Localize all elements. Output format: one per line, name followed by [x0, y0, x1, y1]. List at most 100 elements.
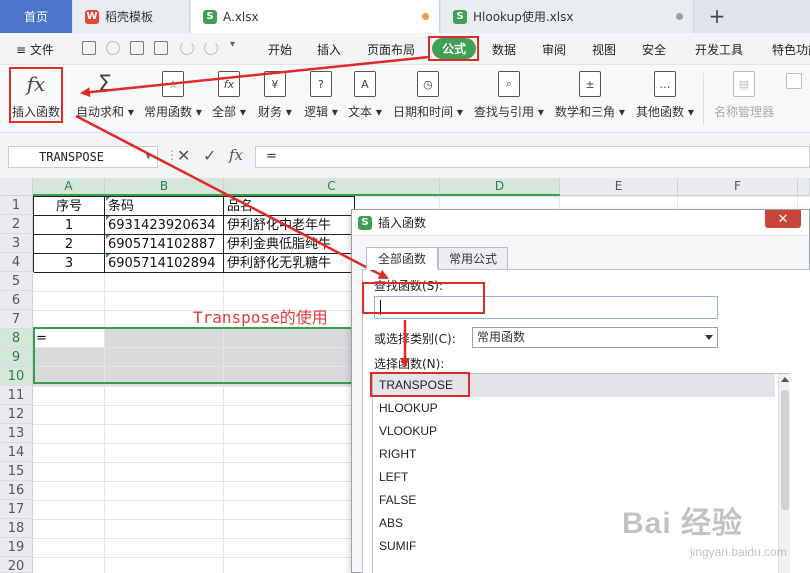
- menu-page-layout[interactable]: 页面布局: [367, 41, 415, 58]
- row-header[interactable]: 2: [0, 215, 33, 234]
- category-select[interactable]: 常用函数: [472, 327, 718, 348]
- menu-developer[interactable]: 开发工具: [695, 41, 743, 58]
- tab-common-formulas[interactable]: 常用公式: [438, 247, 508, 270]
- row-header[interactable]: 8: [0, 329, 33, 348]
- row-header[interactable]: 12: [0, 405, 33, 424]
- spreadsheet-logo-icon: S: [453, 9, 467, 24]
- more-functions-button[interactable]: … 其他函数 ▾: [636, 71, 694, 120]
- select-all-corner[interactable]: [0, 178, 33, 196]
- menu-special-features[interactable]: 特色功能: [772, 41, 810, 58]
- cell-c1[interactable]: 品名: [224, 197, 355, 216]
- tab-all-functions[interactable]: 全部函数: [366, 247, 438, 270]
- function-item-hlookup[interactable]: HLOOKUP: [373, 397, 775, 420]
- cell-c3[interactable]: 伊利金典低脂纯牛: [224, 235, 355, 254]
- column-header-f[interactable]: F: [678, 178, 798, 196]
- all-functions-button[interactable]: fx 全部 ▾: [212, 71, 246, 120]
- formula-input[interactable]: =: [255, 146, 810, 168]
- menu-review[interactable]: 审阅: [542, 41, 566, 58]
- common-functions-button[interactable]: ☆ 常用函数 ▾: [144, 71, 202, 120]
- column-header-e[interactable]: E: [560, 178, 678, 196]
- magnifier-icon: ⌕: [497, 71, 520, 97]
- row-header[interactable]: 16: [0, 481, 33, 500]
- menu-security[interactable]: 安全: [642, 41, 666, 58]
- row-header[interactable]: 17: [0, 500, 33, 519]
- scrollbar-thumb[interactable]: [781, 390, 789, 510]
- tab-home[interactable]: 首页: [0, 0, 72, 33]
- row-header[interactable]: 15: [0, 462, 33, 481]
- scroll-up-icon[interactable]: [781, 377, 789, 382]
- cell-b4[interactable]: 6905714102894: [105, 254, 224, 273]
- row-header[interactable]: 20: [0, 557, 33, 573]
- function-item-vlookup[interactable]: VLOOKUP: [373, 420, 775, 443]
- close-icon[interactable]: ✕: [765, 210, 801, 228]
- row-header[interactable]: 1: [0, 196, 33, 215]
- name-manager-button[interactable]: ▤ 名称管理器: [714, 71, 774, 120]
- text-button[interactable]: A 文本 ▾: [348, 71, 382, 120]
- confirm-icon[interactable]: ✓: [203, 146, 216, 165]
- autosum-button[interactable]: Σ 自动求和 ▾: [76, 71, 134, 120]
- menu-view[interactable]: 视图: [592, 41, 616, 58]
- menu-data[interactable]: 数据: [492, 41, 516, 58]
- row-header[interactable]: 18: [0, 519, 33, 538]
- row-header[interactable]: 9: [0, 348, 33, 367]
- menu-insert[interactable]: 插入: [317, 41, 341, 58]
- row-header[interactable]: 11: [0, 386, 33, 405]
- function-list-scrollbar[interactable]: [778, 374, 790, 573]
- cell-c2[interactable]: 伊利舒化中老年牛: [224, 216, 355, 235]
- date-time-button[interactable]: ◷ 日期和时间 ▾: [393, 71, 463, 120]
- row-header[interactable]: 13: [0, 424, 33, 443]
- name-box[interactable]: TRANSPOSE ▼: [8, 146, 158, 168]
- select-function-label: 选择函数(N):: [374, 357, 445, 371]
- menu-start[interactable]: 开始: [268, 41, 292, 58]
- undo-icon[interactable]: [180, 41, 194, 55]
- new-tab-plus-icon[interactable]: +: [706, 4, 728, 28]
- fx-icon[interactable]: fx: [229, 146, 243, 164]
- save-icon[interactable]: [82, 41, 96, 55]
- cell-b1[interactable]: 条码: [105, 197, 224, 216]
- column-header-g[interactable]: [798, 178, 810, 196]
- lookup-reference-button[interactable]: ⌕ 查找与引用 ▾: [474, 71, 544, 120]
- row-header[interactable]: 6: [0, 291, 33, 310]
- cell-a4[interactable]: 3: [34, 254, 105, 273]
- function-item-right[interactable]: RIGHT: [373, 443, 775, 466]
- cancel-icon[interactable]: ✕: [177, 146, 190, 165]
- cell-b2[interactable]: 6931423920634: [105, 216, 224, 235]
- dialog-title-bar[interactable]: S 插入函数: [352, 210, 809, 236]
- function-item-left[interactable]: LEFT: [373, 466, 775, 489]
- quick-access-dropdown-icon[interactable]: ▾: [230, 39, 235, 50]
- cell-a3[interactable]: 2: [34, 235, 105, 254]
- redo-icon[interactable]: [204, 41, 218, 55]
- chevron-down-icon[interactable]: ▼: [146, 147, 151, 167]
- financial-button[interactable]: ¥ 财务 ▾: [258, 71, 292, 120]
- tab-a-xlsx[interactable]: S A.xlsx: [191, 0, 440, 33]
- formula-bar: TRANSPOSE ▼ ⋮ ✕ ✓ fx =: [0, 133, 810, 178]
- more-functions-icon: …: [653, 71, 676, 97]
- row-header[interactable]: 14: [0, 443, 33, 462]
- row-header[interactable]: 7: [0, 310, 33, 329]
- cell-a1[interactable]: 序号: [34, 197, 105, 216]
- row-header[interactable]: 4: [0, 253, 33, 272]
- unsaved-dot-icon[interactable]: [422, 13, 429, 20]
- file-menu[interactable]: ≡ 文件: [16, 41, 54, 58]
- row-header[interactable]: 3: [0, 234, 33, 253]
- row-header[interactable]: 19: [0, 538, 33, 557]
- chevron-down-icon: [705, 335, 713, 340]
- tab-docer-templates[interactable]: W 稻壳模板: [73, 0, 190, 33]
- tab-hlookup-xlsx[interactable]: S Hlookup使用.xlsx: [441, 0, 694, 33]
- cell-b3[interactable]: 6905714102887: [105, 235, 224, 254]
- ribbon-formulas: fx 插入函数 Σ 自动求和 ▾ ☆ 常用函数 ▾ fx 全部 ▾ ¥ 财务 ▾…: [0, 65, 810, 133]
- row-header[interactable]: 5: [0, 272, 33, 291]
- row-header[interactable]: 10: [0, 367, 33, 386]
- close-dot-icon[interactable]: [676, 13, 683, 20]
- logical-button[interactable]: ? 逻辑 ▾: [304, 71, 338, 120]
- paste-name-button[interactable]: [786, 73, 802, 89]
- dialog-title: 插入函数: [378, 216, 427, 230]
- function-list[interactable]: TRANSPOSE HLOOKUP VLOOKUP RIGHT LEFT FAL…: [372, 373, 790, 573]
- print-preview-icon[interactable]: [154, 41, 168, 55]
- print-icon[interactable]: [130, 41, 144, 55]
- cell-c4[interactable]: 伊利舒化无乳糖牛: [224, 254, 355, 273]
- math-trig-button[interactable]: ± 数学和三角 ▾: [555, 71, 625, 120]
- export-icon[interactable]: [106, 41, 120, 55]
- watermark-url: jingyan.baidu.com: [690, 545, 787, 559]
- cell-a2[interactable]: 1: [34, 216, 105, 235]
